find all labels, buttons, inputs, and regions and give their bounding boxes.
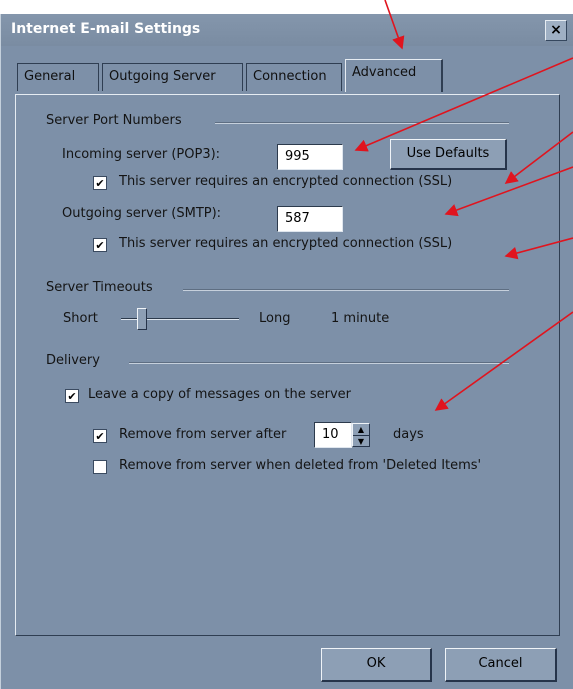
remove-after-checkbox[interactable]: ✔ bbox=[93, 429, 107, 443]
remove-after-label: Remove from server after bbox=[119, 427, 287, 442]
tab-label: General bbox=[24, 69, 76, 84]
outgoing-ssl-checkbox[interactable]: ✔ bbox=[93, 238, 107, 252]
server-timeouts-heading: Server Timeouts bbox=[46, 280, 153, 295]
days-label: days bbox=[393, 427, 424, 442]
close-button[interactable]: × bbox=[545, 20, 567, 41]
group-divider bbox=[183, 289, 509, 291]
dialog-title: Internet E-mail Settings bbox=[11, 21, 201, 37]
outgoing-ssl-label: This server requires an encrypted connec… bbox=[119, 236, 453, 251]
incoming-server-label: Incoming server (POP3): bbox=[62, 147, 221, 162]
group-divider bbox=[215, 122, 509, 124]
spin-down-icon[interactable]: ▼ bbox=[353, 436, 369, 447]
incoming-ssl-label: This server requires an encrypted connec… bbox=[119, 174, 453, 189]
timeout-value-label: 1 minute bbox=[331, 311, 390, 326]
check-icon: ✔ bbox=[95, 177, 105, 190]
delivery-heading: Delivery bbox=[46, 353, 100, 368]
spin-up-icon[interactable]: ▲ bbox=[353, 424, 369, 435]
outgoing-port-input[interactable]: 587 bbox=[277, 206, 343, 232]
outgoing-server-label: Outgoing server (SMTP): bbox=[62, 206, 222, 221]
cancel-button[interactable]: Cancel bbox=[445, 648, 557, 682]
server-port-numbers-heading: Server Port Numbers bbox=[46, 113, 182, 128]
days-input[interactable]: 10 bbox=[314, 422, 352, 448]
tab-connection[interactable]: Connection bbox=[246, 63, 342, 91]
tab-label: Connection bbox=[253, 69, 327, 84]
tab-label: Advanced bbox=[352, 65, 417, 80]
tab-advanced[interactable]: Advanced bbox=[345, 59, 443, 92]
slider-thumb[interactable] bbox=[137, 308, 147, 330]
incoming-port-input[interactable]: 995 bbox=[277, 144, 343, 170]
check-icon: ✔ bbox=[95, 239, 105, 252]
close-icon: × bbox=[550, 22, 562, 38]
days-spinner[interactable]: ▲ ▼ bbox=[352, 423, 370, 447]
title-bar[interactable]: Internet E-mail Settings × bbox=[1, 14, 573, 46]
timeout-short-label: Short bbox=[63, 311, 98, 326]
tab-label: Outgoing Server bbox=[109, 69, 216, 84]
remove-deleted-checkbox[interactable] bbox=[93, 460, 107, 474]
internet-email-settings-dialog: Internet E-mail Settings × General Outgo… bbox=[0, 14, 573, 689]
check-icon: ✔ bbox=[67, 390, 77, 403]
tab-general[interactable]: General bbox=[17, 63, 99, 91]
timeout-long-label: Long bbox=[259, 311, 291, 326]
group-divider bbox=[129, 362, 509, 364]
ok-button[interactable]: OK bbox=[321, 648, 432, 682]
incoming-ssl-checkbox[interactable]: ✔ bbox=[93, 176, 107, 190]
check-icon: ✔ bbox=[95, 430, 105, 443]
tab-outgoing-server[interactable]: Outgoing Server bbox=[102, 63, 243, 91]
leave-copy-label: Leave a copy of messages on the server bbox=[88, 387, 352, 402]
use-defaults-button[interactable]: Use Defaults bbox=[390, 139, 507, 170]
remove-deleted-label: Remove from server when deleted from 'De… bbox=[119, 458, 482, 473]
leave-copy-checkbox[interactable]: ✔ bbox=[65, 389, 79, 403]
